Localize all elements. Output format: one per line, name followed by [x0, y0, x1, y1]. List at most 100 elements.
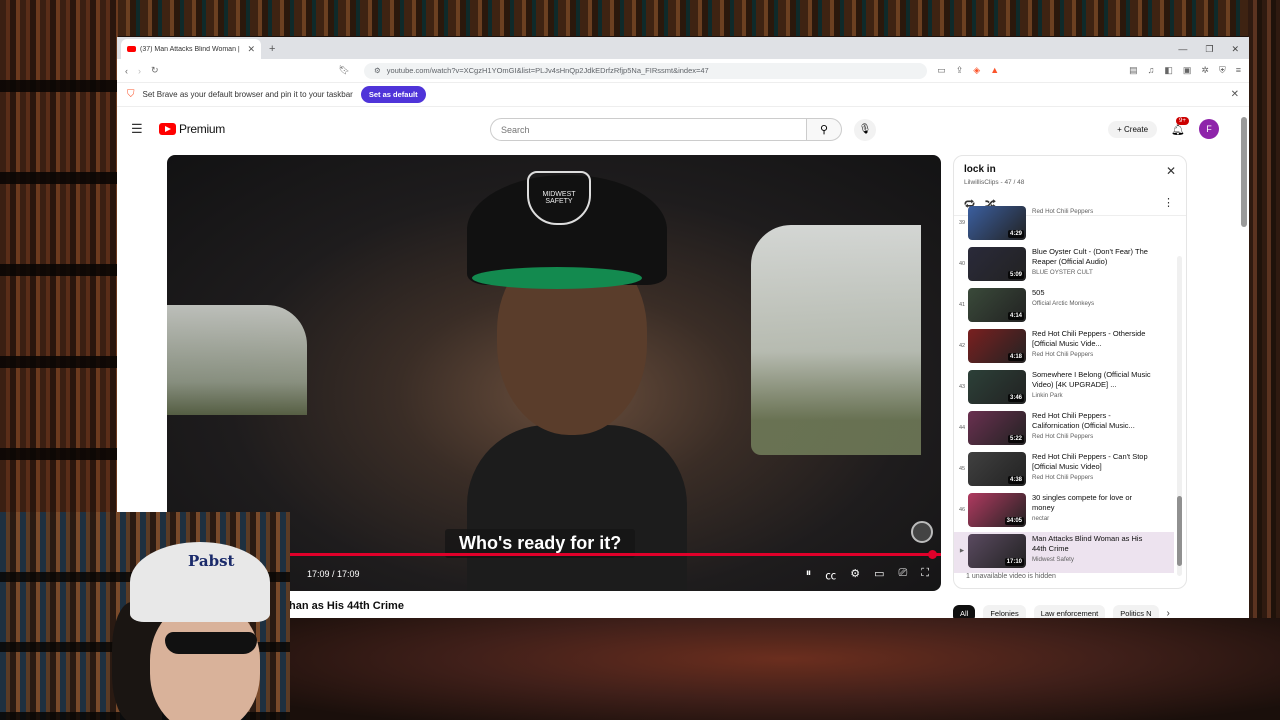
playlist-item-channel[interactable]: Red Hot Chili Peppers: [1032, 208, 1152, 215]
playlist-item-channel[interactable]: Linkin Park: [1032, 392, 1152, 399]
infobar-close-icon[interactable]: ✕: [1231, 89, 1239, 100]
site-info-icon[interactable]: ⚙︎: [374, 66, 381, 75]
playlist-item-meta: 505 Official Arctic Monkeys: [1032, 288, 1152, 307]
playlist-item-channel[interactable]: nectar: [1032, 515, 1152, 522]
share-icon[interactable]: ⇪: [956, 65, 964, 76]
playlist-item-duration: 34:05: [1004, 517, 1024, 525]
tab-close-icon[interactable]: ✕: [247, 44, 255, 55]
browser-tab[interactable]: (37) Man Attacks Blind Woman | ✕: [121, 39, 261, 59]
filter-chip[interactable]: Politics N: [1113, 605, 1159, 618]
playlist-title[interactable]: lock in: [964, 164, 1176, 175]
playlist-item-channel[interactable]: Red Hot Chili Peppers: [1032, 474, 1152, 481]
notifications-button[interactable]: 🔔︎ 9+: [1171, 116, 1189, 136]
toolbar-extensions: ▤ ♫ ◧ ▣ ✲ ⛨ ≡: [1129, 65, 1241, 76]
tab-bar: (37) Man Attacks Blind Woman | ✕ + — ❐ ✕: [117, 37, 1249, 59]
playlist-scrollbar-thumb[interactable]: [1177, 496, 1182, 566]
playlist-item-thumbnail[interactable]: 5:22: [968, 411, 1026, 445]
search-button[interactable]: ⚲: [806, 118, 842, 141]
playlist-item-duration: 3:46: [1007, 394, 1024, 402]
extensions-icon[interactable]: ✲: [1201, 65, 1209, 76]
playlist-item-thumbnail[interactable]: 4:18: [968, 329, 1026, 363]
guide-menu-icon[interactable]: ☰: [131, 121, 157, 137]
playlist-item-title[interactable]: Blue Oyster Cult - (Don't Fear) The Reap…: [1032, 247, 1152, 267]
brave-rewards-icon[interactable]: ▲: [990, 65, 999, 76]
playlist-item[interactable]: ▶ 17:10 Man Attacks Blind Woman as His 44t…: [954, 532, 1174, 573]
playlist-items: 39 4:29 Red Hot Chili Peppers 40 5:09 Blue Oy…: [954, 206, 1174, 588]
miniplayer-icon[interactable]: ▭: [874, 567, 884, 583]
playlist-item-thumbnail[interactable]: 4:38: [968, 452, 1026, 486]
playlist-panel: lock in LilwillisClips - 47 / 48 ✕ 🔁︎ 🔀︎…: [953, 155, 1187, 589]
set-as-default-button[interactable]: Set as default: [360, 86, 426, 103]
playlist-item-thumbnail[interactable]: 17:10: [968, 534, 1026, 568]
player-right-controls: ⏸︎ ㏄ ⚙︎ ▭ ⎚ ⛶: [806, 567, 929, 583]
restore-icon[interactable]: ❐: [1205, 39, 1213, 59]
playlist-item-channel[interactable]: Midwest Safety: [1032, 556, 1152, 563]
playlist-item[interactable]: 46 34:05 30 singles compete for love or mo…: [954, 491, 1174, 532]
window-close-icon[interactable]: ✕: [1231, 39, 1239, 59]
fullscreen-icon[interactable]: ⛶: [921, 567, 929, 583]
autoplay-toggle-icon[interactable]: ⏸︎: [806, 567, 812, 583]
playlist-item[interactable]: 39 4:29 Red Hot Chili Peppers: [954, 204, 1174, 245]
playlist-item-thumbnail[interactable]: 4:14: [968, 288, 1026, 322]
wallet-icon[interactable]: ▣: [1183, 65, 1192, 76]
playlist-item-channel[interactable]: BLUE OYSTER CULT: [1032, 269, 1152, 276]
reload-icon[interactable]: ↻: [151, 65, 159, 76]
playlist-item-thumbnail[interactable]: 4:29: [968, 206, 1026, 240]
reader-icon[interactable]: ▤: [1129, 65, 1138, 76]
playlist-item-title[interactable]: Somewhere I Belong (Official Music Video…: [1032, 370, 1152, 390]
filter-chip[interactable]: Felonies: [983, 605, 1026, 618]
channel-watermark[interactable]: [911, 521, 933, 543]
voice-search-button[interactable]: 🎙︎: [854, 118, 876, 141]
url-field[interactable]: ⚙︎ youtube.com/watch?v=XCgzH1YOmGI&list=…: [363, 62, 928, 79]
menu-icon[interactable]: ≡: [1236, 65, 1241, 76]
playlist-item-index: 41: [958, 302, 966, 308]
vpn-icon[interactable]: ⛨: [1219, 65, 1226, 76]
playlist-item-index: ▶: [959, 548, 965, 554]
youtube-logo[interactable]: Premium: [159, 122, 225, 136]
playlist-item[interactable]: 43 3:46 Somewhere I Belong (Official Music…: [954, 368, 1174, 409]
playlist-item-title[interactable]: Red Hot Chili Peppers - Otherside [Offic…: [1032, 329, 1152, 349]
create-button[interactable]: + Create: [1108, 120, 1158, 138]
music-icon[interactable]: ♫: [1148, 65, 1155, 76]
forward-icon[interactable]: ›: [138, 66, 141, 76]
captions-icon[interactable]: ㏄: [825, 567, 836, 583]
playlist-close-icon[interactable]: ✕: [1166, 164, 1176, 178]
playlist-item-title[interactable]: 505: [1032, 288, 1152, 298]
bookmark-icon[interactable]: 🔖︎: [339, 65, 350, 76]
filter-chip[interactable]: Law enforcement: [1033, 605, 1106, 618]
sidebar-icon[interactable]: ◧: [1164, 65, 1173, 76]
playlist-item[interactable]: 42 4:18 Red Hot Chili Peppers - Otherside …: [954, 327, 1174, 368]
account-avatar[interactable]: F: [1199, 119, 1219, 139]
new-tab-icon[interactable]: +: [269, 39, 275, 59]
playlist-item-channel[interactable]: Red Hot Chili Peppers: [1032, 433, 1152, 440]
brave-shields-icon[interactable]: ◈: [973, 65, 980, 76]
playlist-item-index: 39: [958, 220, 966, 226]
playlist-item-title[interactable]: 30 singles compete for love or money: [1032, 493, 1152, 513]
search-input[interactable]: [490, 118, 806, 141]
playlist-item[interactable]: 45 4:38 Red Hot Chili Peppers - Can't Stop…: [954, 450, 1174, 491]
playlist-item-channel[interactable]: Red Hot Chili Peppers: [1032, 351, 1152, 358]
back-icon[interactable]: ‹: [125, 66, 128, 76]
playlist-item-title[interactable]: Red Hot Chili Peppers - Can't Stop [Offi…: [1032, 452, 1152, 472]
playlist-item-title[interactable]: Red Hot Chili Peppers - Californication …: [1032, 411, 1152, 431]
progress-scrubber[interactable]: [928, 550, 937, 559]
playlist-item-channel[interactable]: Official Arctic Monkeys: [1032, 300, 1152, 307]
playlist-item-thumbnail[interactable]: 34:05: [968, 493, 1026, 527]
cast-icon[interactable]: ▭: [937, 65, 946, 76]
playlist-item-thumbnail[interactable]: 3:46: [968, 370, 1026, 404]
playlist-item-title[interactable]: Man Attacks Blind Woman as His 44th Crim…: [1032, 534, 1152, 554]
playlist-scrollbar[interactable]: [1177, 256, 1182, 576]
chevron-right-icon[interactable]: ›: [1167, 608, 1170, 618]
search-icon: ⚲: [819, 124, 829, 136]
settings-gear-icon[interactable]: ⚙︎: [850, 567, 860, 583]
playlist-item-index: 40: [958, 261, 966, 267]
filter-chip[interactable]: All: [953, 605, 976, 618]
cast-icon[interactable]: ⎚: [898, 567, 907, 583]
playlist-item-thumbnail[interactable]: 5:09: [968, 247, 1026, 281]
playlist-item[interactable]: 44 5:22 Red Hot Chili Peppers - Californic…: [954, 409, 1174, 450]
playlist-item-meta: Red Hot Chili Peppers: [1032, 206, 1152, 215]
playlist-item[interactable]: 41 4:14 505 Official Arctic Monkeys: [954, 286, 1174, 327]
minimize-icon[interactable]: —: [1178, 39, 1187, 59]
page-scrollbar[interactable]: [1241, 117, 1247, 227]
playlist-item[interactable]: 40 5:09 Blue Oyster Cult - (Don't Fear) Th…: [954, 245, 1174, 286]
